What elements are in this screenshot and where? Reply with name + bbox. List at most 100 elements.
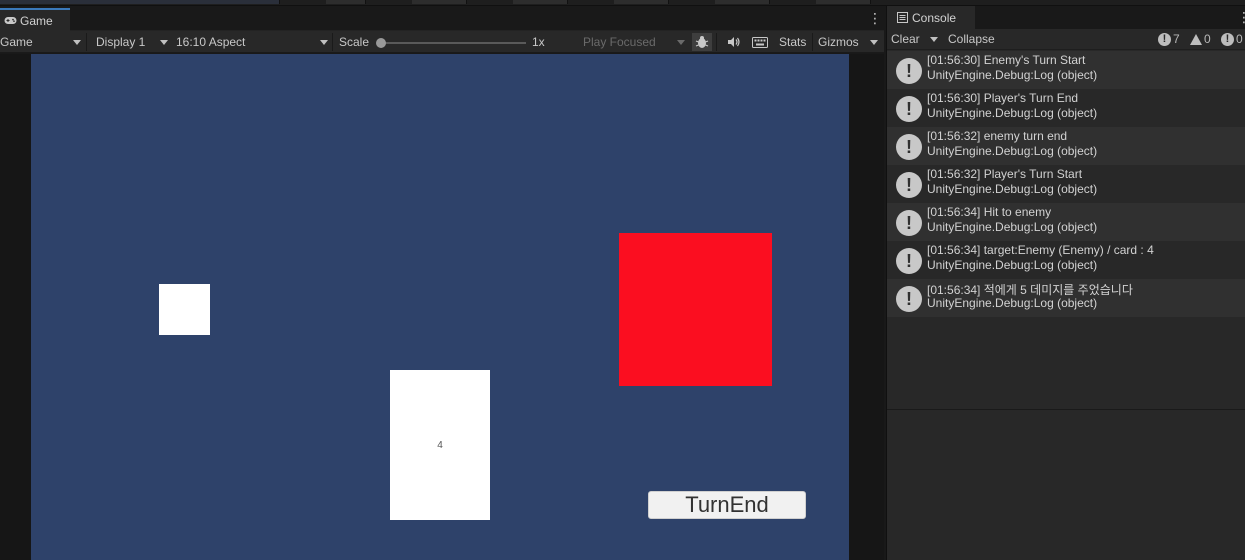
chevron-down-icon: [677, 40, 685, 45]
log-entry[interactable]: ! [01:56:34] Hit to enemy UnityEngine.De…: [887, 203, 1245, 241]
gamepad-icon: [4, 16, 17, 26]
log-info-icon: !: [896, 210, 922, 236]
card-value: 4: [437, 439, 443, 451]
gizmos-button[interactable]: Gizmos: [818, 31, 859, 53]
game-panel: Game ⋮ Game Display 1 16:10 Aspect Scale…: [0, 6, 884, 560]
top-strip-segment: [412, 0, 467, 4]
log-message: [01:56:32] enemy turn end: [927, 129, 1068, 143]
warning-count-toggle[interactable]: 0: [1190, 29, 1211, 49]
clear-button[interactable]: Clear: [891, 29, 920, 49]
log-info-icon: !: [896, 286, 922, 312]
game-panel-menu-icon[interactable]: ⋮: [868, 11, 882, 25]
log-info-icon: !: [896, 248, 922, 274]
gizmos-dropdown[interactable]: [866, 31, 882, 53]
turn-end-label: TurnEnd: [685, 492, 769, 517]
console-panel: Console ⋮ Clear Collapse ! 7 0 ! 0 ! [01…: [886, 6, 1245, 560]
tab-game[interactable]: Game: [0, 8, 70, 31]
top-strip-segment: [816, 0, 871, 4]
error-count: 0: [1236, 32, 1243, 46]
tab-game-label: Game: [20, 13, 53, 28]
info-icon: !: [1158, 32, 1171, 46]
log-message: [01:56:30] Enemy's Turn Start: [927, 53, 1086, 67]
play-mode-label: Play Focused: [583, 35, 656, 49]
chevron-down-icon: [870, 39, 878, 45]
log-info-icon: !: [896, 172, 922, 198]
log-stacktrace: UnityEngine.Debug:Log (object): [927, 220, 1098, 234]
chevron-down-icon: [930, 36, 938, 42]
console-icon: [897, 12, 908, 23]
top-strip-segment: [715, 0, 770, 4]
log-count-toggle[interactable]: ! 7: [1158, 29, 1180, 49]
game-scene[interactable]: 4 TurnEnd: [31, 54, 849, 560]
scale-slider-handle[interactable]: [376, 38, 386, 48]
error-icon: !: [1221, 32, 1234, 46]
game-viewport: 4 TurnEnd: [0, 54, 884, 560]
console-detail-divider[interactable]: [887, 409, 1245, 410]
log-entry[interactable]: ! [01:56:32] enemy turn end UnityEngine.…: [887, 127, 1245, 165]
play-mode-dropdown[interactable]: Play Focused: [583, 31, 687, 53]
toolbar-divider: [86, 33, 87, 51]
log-stacktrace: UnityEngine.Debug:Log (object): [927, 182, 1098, 196]
aspect-label: 16:10 Aspect: [176, 35, 246, 49]
mute-audio-button[interactable]: [724, 33, 744, 51]
collapse-button[interactable]: Collapse: [948, 29, 995, 49]
stats-button[interactable]: Stats: [779, 31, 806, 53]
toolbar-divider: [332, 33, 333, 51]
log-entry[interactable]: ! [01:56:34] 적에게 5 데미지를 주었습니다 UnityEngin…: [887, 279, 1245, 317]
clear-options-dropdown[interactable]: [927, 29, 941, 49]
log-entry[interactable]: ! [01:56:34] target:Enemy (Enemy) / card…: [887, 241, 1245, 279]
top-strip-segment: [513, 0, 568, 4]
log-info-icon: !: [896, 134, 922, 160]
console-tab-bar: Console ⋮: [887, 6, 1245, 29]
console-toolbar: Clear Collapse ! 7 0 ! 0: [887, 29, 1245, 50]
top-strip-segment: [0, 0, 280, 4]
tab-console-label: Console: [912, 10, 957, 25]
tab-console[interactable]: Console: [887, 6, 975, 29]
debug-toggle-button[interactable]: [692, 33, 712, 51]
toolbar-divider: [812, 33, 813, 51]
warning-count: 0: [1204, 32, 1211, 46]
log-entry[interactable]: ! [01:56:32] Player's Turn Start UnityEn…: [887, 165, 1245, 203]
log-info-icon: !: [896, 58, 922, 84]
log-count: 7: [1173, 32, 1180, 46]
scale-value: 1x: [532, 35, 545, 49]
console-log-list: ! [01:56:30] Enemy's Turn Start UnityEng…: [887, 51, 1245, 409]
log-entry[interactable]: ! [01:56:30] Player's Turn End UnityEngi…: [887, 89, 1245, 127]
speaker-icon: [728, 37, 740, 47]
display-label: Display 1: [96, 35, 146, 49]
game-tab-bar: Game ⋮: [0, 6, 884, 31]
keyboard-shortcuts-button[interactable]: [750, 33, 770, 51]
toolbar-divider: [716, 33, 717, 51]
keyboard-icon: [752, 36, 768, 48]
aspect-dropdown[interactable]: 16:10 Aspect: [176, 31, 330, 53]
scale-slider-track[interactable]: [381, 42, 526, 44]
log-entry[interactable]: ! [01:56:30] Enemy's Turn Start UnityEng…: [887, 51, 1245, 89]
top-strip-segment: [326, 0, 366, 4]
log-stacktrace: UnityEngine.Debug:Log (object): [927, 258, 1098, 272]
console-panel-menu-icon[interactable]: ⋮: [1237, 10, 1245, 24]
chevron-down-icon: [73, 40, 81, 45]
log-message: [01:56:30] Player's Turn End: [927, 91, 1079, 105]
log-info-icon: !: [896, 96, 922, 122]
bug-icon: [695, 36, 709, 48]
error-count-toggle[interactable]: ! 0: [1221, 29, 1243, 49]
top-strip-segment: [614, 0, 669, 4]
chevron-down-icon: [320, 40, 328, 45]
log-stacktrace: UnityEngine.Debug:Log (object): [927, 296, 1098, 310]
log-message: [01:56:34] target:Enemy (Enemy) / card :…: [927, 243, 1154, 257]
player-sprite[interactable]: [159, 284, 210, 335]
card[interactable]: 4: [390, 370, 490, 520]
log-message: [01:56:32] Player's Turn Start: [927, 167, 1083, 181]
log-stacktrace: UnityEngine.Debug:Log (object): [927, 106, 1098, 120]
log-stacktrace: UnityEngine.Debug:Log (object): [927, 144, 1098, 158]
log-message: [01:56:34] Hit to enemy: [927, 205, 1052, 219]
display-dropdown[interactable]: Display 1: [96, 31, 170, 53]
chevron-down-icon: [160, 40, 168, 45]
game-mode-label: Game: [0, 35, 33, 49]
enemy-sprite[interactable]: [619, 233, 772, 386]
game-toolbar: Game Display 1 16:10 Aspect Scale 1x Pla…: [0, 31, 884, 53]
log-stacktrace: UnityEngine.Debug:Log (object): [927, 68, 1098, 82]
turn-end-button[interactable]: TurnEnd: [648, 491, 806, 519]
game-mode-dropdown[interactable]: Game: [0, 31, 84, 53]
scale-label: Scale: [339, 35, 370, 49]
